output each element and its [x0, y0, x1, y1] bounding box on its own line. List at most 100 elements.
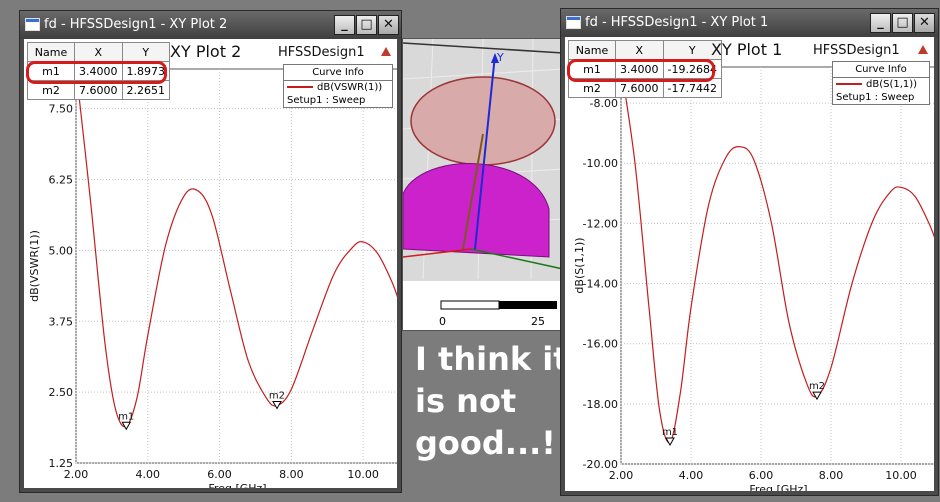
xy-plot-1-window: fd - HFSSDesign1 - XY Plot 1 _ □ ✕ -20.0…: [560, 8, 939, 496]
scale-label-25: 25: [531, 315, 545, 328]
y-tick-label: -16.00: [583, 338, 618, 351]
plot-title: XY Plot 2: [170, 42, 242, 61]
curve-trace-label: dB(VSWR(1)): [317, 82, 383, 93]
window-titlebar[interactable]: fd - HFSSDesign1 - XY Plot 1 _ □ ✕: [561, 9, 938, 37]
window-icon: [566, 16, 581, 29]
design-name: HFSSDesign1: [278, 45, 365, 60]
marker-name: m2: [27, 80, 75, 100]
y-tick-label: 3.75: [49, 315, 74, 328]
marker-label: m2: [269, 390, 285, 401]
scale-bar-dark: [499, 301, 557, 309]
x-tick-label: 4.00: [136, 468, 161, 481]
marker-x: 3.4000: [74, 61, 123, 81]
y-tick-label: -14.00: [583, 278, 618, 291]
y-tick-label: 2.50: [49, 386, 74, 399]
x-tick-label: 8.00: [819, 469, 844, 482]
minimize-button[interactable]: _: [334, 15, 355, 35]
scale-label-0: 0: [439, 315, 446, 328]
model-view[interactable]: Y 0 25: [402, 38, 562, 331]
minimize-button[interactable]: _: [870, 13, 891, 33]
design-name: HFSSDesign1: [813, 43, 900, 58]
plot-frame: [620, 66, 934, 465]
curve-info-trace: dB(VSWR(1)): [284, 81, 392, 94]
marker-name: m1: [27, 61, 75, 81]
caption-line: good...!!: [415, 424, 571, 462]
y-axis-label: Y: [496, 51, 504, 64]
scale-bar-light: [440, 300, 500, 310]
window-titlebar[interactable]: fd - HFSSDesign1 - XY Plot 2 _ □ ✕: [20, 11, 401, 39]
marker-x: 7.6000: [74, 80, 123, 100]
marker-table: Name X Y m1 3.4000 1.8973 m2 7.6000 2.26…: [27, 42, 170, 100]
y-axis-label: dB(S(1,1)): [573, 237, 586, 293]
marker-header-x: X: [615, 40, 664, 60]
plot-area: -20.00 -18.00 -16.00 -14.00 -12.00 -10.00 -8.0…: [565, 37, 934, 491]
y-tick-label: 6.25: [49, 174, 74, 187]
model-view-canvas: Y 0 25: [403, 39, 561, 330]
curve-info-box[interactable]: Curve Info dB(S(1,1)) Setup1 : Sweep: [832, 61, 930, 105]
close-button[interactable]: ✕: [914, 13, 935, 33]
window-icon: [25, 18, 40, 31]
marker-row[interactable]: m2 7.6000 2.2651: [27, 80, 170, 100]
maximize-button[interactable]: □: [892, 13, 913, 33]
marker-label: m1: [118, 411, 134, 422]
caption-line: is not: [415, 382, 517, 420]
marker-label: m1: [662, 427, 678, 438]
curve-info-setup: Setup1 : Sweep: [287, 95, 366, 106]
marker-y: -17.7442: [662, 78, 722, 98]
y-tick-label: 5.00: [49, 244, 74, 257]
close-button[interactable]: ✕: [378, 15, 399, 35]
curve-info-header: Curve Info: [833, 62, 929, 78]
marker-header-name: Name: [27, 42, 75, 62]
x-tick-label: 6.00: [207, 468, 232, 481]
plot-area: 1.25 2.50 3.75 5.00 6.25 7.50 2.00 4.00 6.00 8.00…: [24, 39, 397, 488]
x-tick-label: 6.00: [749, 469, 774, 482]
marker-row[interactable]: m2 7.6000 -17.7442: [568, 78, 722, 98]
marker-row[interactable]: m1 3.4000 -19.2684: [568, 59, 722, 79]
x-axis-label: Freq [GHz]: [208, 482, 266, 488]
caption-text: I think it is not good...!!: [415, 338, 570, 464]
marker-x: 7.6000: [615, 78, 664, 98]
marker-row[interactable]: m1 3.4000 1.8973: [27, 61, 170, 81]
caption-line: I think it: [415, 340, 569, 378]
marker-y: -19.2684: [662, 59, 722, 79]
x-tick-label: 10.00: [885, 469, 917, 482]
trace-swatch: [836, 83, 862, 85]
x-axis-label: Freq [GHz]: [749, 483, 807, 491]
curve-info-header: Curve Info: [284, 65, 392, 81]
marker-name: m2: [568, 78, 616, 98]
marker-y: 1.8973: [121, 61, 170, 81]
marker-x: 3.4000: [615, 59, 664, 79]
y-tick-label: -8.00: [590, 97, 618, 110]
marker-header-x: X: [74, 42, 123, 62]
marker-label: m2: [809, 381, 825, 392]
marker-header-name: Name: [568, 40, 616, 60]
window-title: fd - HFSSDesign1 - XY Plot 1: [585, 15, 769, 30]
marker-y: 2.2651: [121, 80, 170, 100]
s11-chart[interactable]: -20.00-18.00-16.00-14.00-12.00-10.00-8.0…: [565, 37, 934, 491]
curve-info-trace: dB(S(1,1)): [833, 78, 929, 91]
ansoft-logo-icon: [918, 45, 928, 54]
x-tick-label: 2.00: [64, 468, 89, 481]
curve-info-box[interactable]: Curve Info dB(VSWR(1)) Setup1 : Sweep: [283, 64, 393, 108]
y-tick-label: -10.00: [583, 157, 618, 170]
marker-table: Name X Y m1 3.4000 -19.2684 m2 7.6000 -1…: [568, 40, 722, 98]
curve-info-setup: Setup1 : Sweep: [836, 92, 915, 103]
ansoft-logo-icon: [381, 47, 391, 56]
xy-plot-2-window: fd - HFSSDesign1 - XY Plot 2 _ □ ✕ 1.25 2…: [19, 10, 402, 493]
curve-trace-label: dB(S(1,1)): [866, 79, 918, 90]
marker-header-y: Y: [121, 42, 170, 62]
x-tick-label: 2.00: [609, 469, 634, 482]
y-tick-label: -18.00: [583, 398, 618, 411]
plot-frame: [75, 68, 397, 464]
x-tick-label: 4.00: [679, 469, 704, 482]
window-title: fd - HFSSDesign1 - XY Plot 2: [44, 17, 228, 32]
y-tick-label: -12.00: [583, 217, 618, 230]
x-tick-label: 8.00: [279, 468, 304, 481]
y-tick-label: 7.50: [49, 103, 74, 116]
marker-name: m1: [568, 59, 616, 79]
plot-title: XY Plot 1: [711, 40, 783, 59]
patch-ellipse: [410, 76, 556, 166]
trace-swatch: [287, 86, 313, 88]
maximize-button[interactable]: □: [356, 15, 377, 35]
y-axis-label: dB(VSWR(1)): [28, 230, 41, 302]
